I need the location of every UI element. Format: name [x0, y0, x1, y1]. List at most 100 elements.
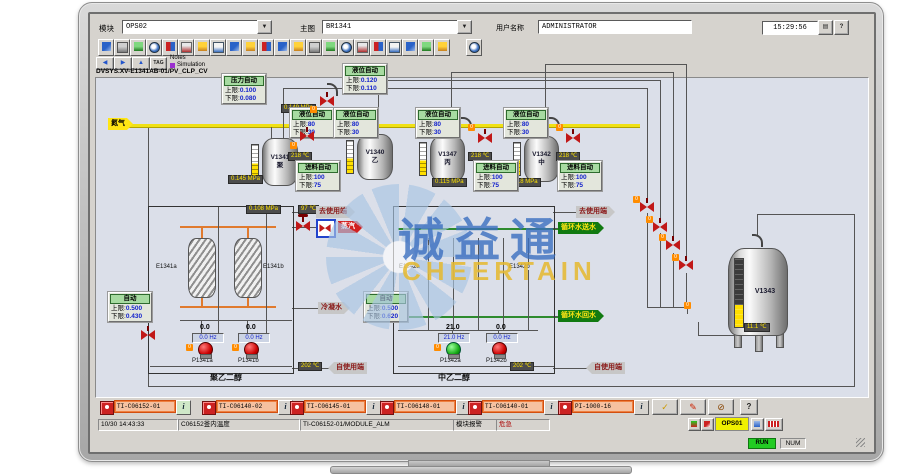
tank-v1347[interactable]: V1347 丙 [430, 136, 465, 182]
clock-display: 15:29:56 [762, 21, 818, 35]
toolbar-display-icon[interactable] [226, 39, 242, 56]
alarm-suppress-icon[interactable]: ⊘ [708, 399, 734, 415]
alarm-priority-icon [290, 401, 304, 415]
ctrl-box-level-top[interactable]: 液位自动 上限:0.120 下限:0.110 [343, 64, 387, 94]
alarm-tag-button[interactable]: TI-C06140-01 [482, 400, 544, 413]
valve-icon[interactable] [653, 222, 667, 233]
temp-readout: 97 ℃ [298, 205, 319, 214]
main-picture-select[interactable]: BR1341 [322, 20, 462, 34]
picture-dropdown-icon[interactable]: ▼ [457, 20, 472, 34]
toolbar-users-icon[interactable] [322, 39, 338, 56]
toolbar-alarm-list-icon[interactable] [258, 39, 274, 56]
tank-v1340[interactable]: V1340 乙 [357, 134, 393, 180]
pipe [128, 124, 640, 127]
ctrl-box-level-2[interactable]: 液位自动 上限:80 下限:30 [334, 108, 378, 138]
toolbar-back-icon[interactable] [210, 39, 226, 56]
alarm-ack-all-icon[interactable]: ✎ [680, 399, 706, 415]
pump-p1342a[interactable] [446, 342, 461, 357]
toolbar-tile-icon[interactable] [162, 39, 178, 56]
grid-mini-icon[interactable] [765, 418, 783, 431]
ctrl-box-feed-2[interactable]: 进料自动 上限:100 下限:75 [474, 161, 518, 191]
module-select[interactable]: OPS02 [122, 20, 262, 34]
pressure-readout: 0.108 MPa [246, 205, 281, 214]
ctrl-box-pressure[interactable]: 压力自动 上限:0.100 下限:0.080 [222, 74, 266, 104]
alarm-tag-button[interactable]: TI-C06148-01 [394, 400, 456, 413]
ctrl-box-level-4[interactable]: 液位自动 上限:80 下限:30 [504, 108, 548, 138]
toolbar-events-icon[interactable] [402, 39, 418, 56]
valve-icon[interactable] [679, 260, 693, 271]
ctrl-box-level-3[interactable]: 液位自动 上限:80 下限:30 [416, 108, 460, 138]
toolbar-batch-icon[interactable] [130, 39, 146, 56]
toolbar-trend-icon[interactable] [338, 39, 354, 56]
valve-icon[interactable] [320, 96, 334, 107]
toolbar-history-icon[interactable] [418, 39, 434, 56]
pipe [647, 307, 687, 308]
alarm-info-button[interactable]: i [366, 400, 381, 415]
ctrl-box-auto-left[interactable]: 自动 上限:0.500 下限:0.430 [108, 292, 152, 322]
toolbar-alarm-band-icon[interactable] [274, 39, 290, 56]
network-mini-icon[interactable] [751, 418, 764, 431]
toolbar-open-icon[interactable] [194, 39, 210, 56]
print-icon[interactable]: ▤ [818, 20, 833, 35]
toolbar-alarm-ack-icon[interactable] [242, 39, 258, 56]
exchanger-e1341b[interactable] [234, 238, 262, 298]
pipe [673, 72, 674, 238]
toolbar-exit-icon[interactable] [98, 39, 114, 56]
alarm-tag-button[interactable]: TI-C06152-01 [114, 400, 176, 413]
alarm-tag-button[interactable]: TI-C06140-02 [216, 400, 278, 413]
toolbar-operator-icon[interactable] [178, 39, 194, 56]
alarm-tag-button[interactable]: PI-1000-16 [572, 400, 634, 413]
toolbar-print-icon[interactable] [114, 39, 130, 56]
status-marker: 0 [468, 124, 475, 131]
valve-icon[interactable] [666, 240, 680, 251]
valve-icon[interactable] [300, 131, 314, 142]
exchanger-e1341a[interactable] [188, 238, 216, 298]
toolbar-notes-icon[interactable] [434, 39, 450, 56]
section-frame-left [148, 206, 294, 374]
toolbar-find-icon[interactable] [146, 39, 162, 56]
toolbar-picture-icon[interactable] [290, 39, 306, 56]
trend-mini-icon[interactable] [688, 418, 701, 431]
alarm-priority-icon [558, 401, 572, 415]
pipe [553, 368, 587, 369]
status-marker: 0 [186, 344, 193, 351]
station-badge[interactable]: OPS01 [715, 417, 749, 431]
steam-control-valve-icon[interactable] [296, 221, 310, 232]
status-marker: 0 [684, 302, 691, 309]
alarm-info-button[interactable]: i [634, 400, 649, 415]
valve-icon[interactable] [640, 202, 654, 213]
pipe [647, 88, 648, 202]
pump-p1341b[interactable] [244, 342, 259, 357]
toolbar-diagnostic-icon[interactable] [354, 39, 370, 56]
ctrl-box-feed-3[interactable]: 进料自动 上限:100 下限:75 [558, 161, 602, 191]
help-button[interactable]: ? [834, 20, 849, 35]
tank-v1342[interactable]: V1342 中 [524, 136, 559, 182]
pump-p1342b[interactable] [492, 342, 507, 357]
alarm-datetime: 10/30 14:43:33 [98, 419, 178, 431]
status-marker: 0 [633, 196, 640, 203]
valve-icon[interactable] [478, 133, 492, 144]
toolbar-tools-icon[interactable] [370, 39, 386, 56]
toolbar-process-icon[interactable] [386, 39, 402, 56]
alarm-ack-icon[interactable]: ✓ [652, 399, 678, 415]
status-marker: 0 [232, 344, 239, 351]
pump-p1341a[interactable] [198, 342, 213, 357]
module-dropdown-icon[interactable]: ▼ [257, 20, 272, 34]
valve-icon[interactable] [141, 330, 155, 341]
pump-speed-value: 21.0 [446, 324, 460, 331]
alarm-type: 模块报警 [453, 419, 497, 431]
exchanger-label: E1341b [263, 264, 284, 270]
temp-readout: 202 ℃ [298, 362, 322, 371]
product-label-right: 中乙二醇 [438, 372, 470, 383]
product-label-left: 聚乙二醇 [210, 372, 242, 383]
valve-icon[interactable] [566, 133, 580, 144]
alarm-info-button[interactable]: i [176, 400, 191, 415]
resize-grip[interactable] [856, 438, 865, 447]
ctrl-box-feed-1[interactable]: 进料自动 上限:100 下限:75 [296, 161, 340, 191]
toolbar-clock-icon[interactable] [466, 39, 482, 56]
alarm-tag-button[interactable]: TI-C06145-01 [304, 400, 366, 413]
toolbar-report-icon[interactable] [306, 39, 322, 56]
ack-mini-icon[interactable] [701, 418, 714, 431]
alarm-help-button[interactable]: ? [740, 399, 758, 415]
alarm-info-button[interactable]: i [544, 400, 559, 415]
